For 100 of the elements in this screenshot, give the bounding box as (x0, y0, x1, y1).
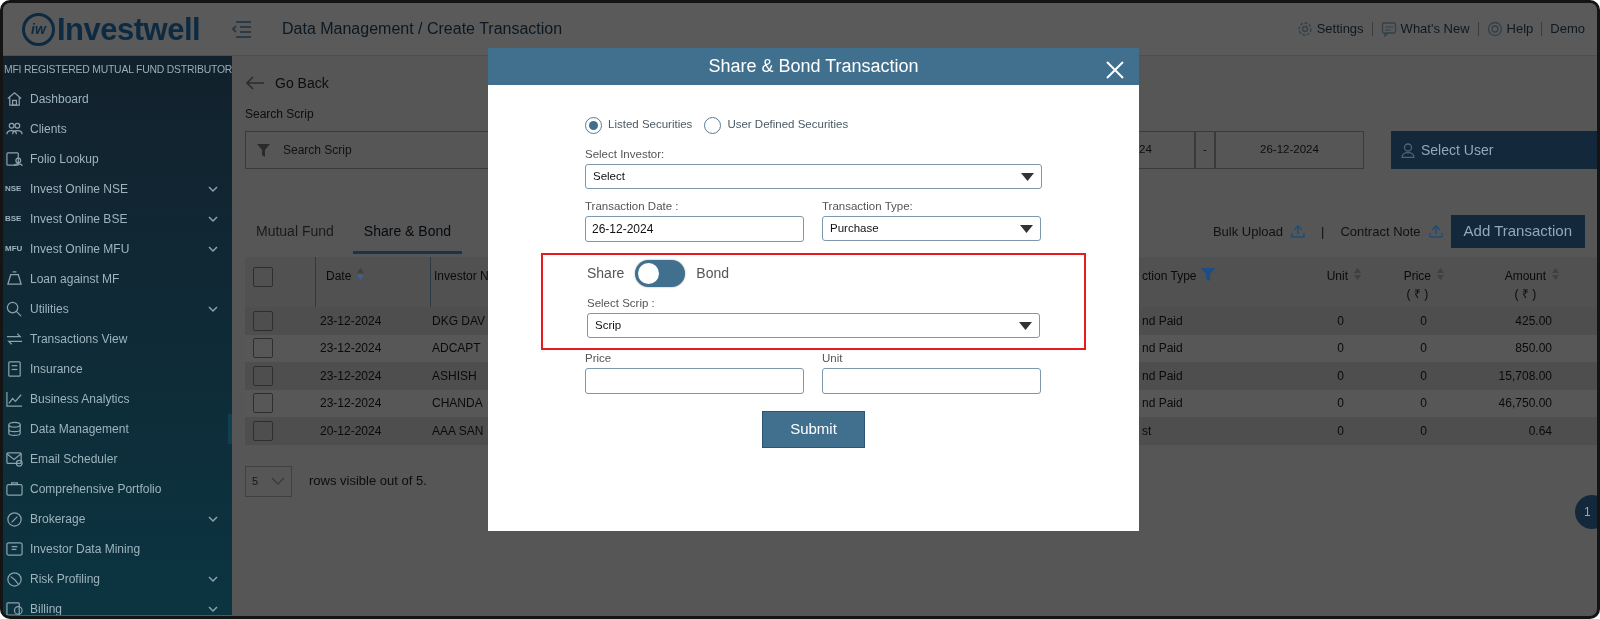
sidebar-item[interactable]: Dashboard (3, 84, 232, 114)
sidebar-label: Invest Online MFU (30, 241, 130, 258)
exchange-label: BSE (5, 213, 23, 225)
sidebar-label: Comprehensive Portfolio (30, 481, 162, 498)
sidebar-item[interactable]: Business Analytics (3, 384, 232, 414)
table-cell-text: 0 (1420, 340, 1427, 358)
sidebar-item[interactable]: Utilities (3, 294, 232, 324)
filter-icon (256, 142, 271, 158)
sidebar-item[interactable]: Data Management (3, 414, 232, 444)
sidebar-label: Business Analytics (30, 391, 130, 408)
settings-icon (1296, 21, 1313, 37)
table-cell-text: 23-12-2024 (320, 340, 382, 358)
sidebar-item[interactable]: NSE Invest Online NSE (3, 174, 232, 204)
field-label: Price (585, 351, 613, 366)
sidebar-item[interactable]: Risk Profiling (3, 564, 232, 594)
toggle-label: Share (587, 263, 625, 283)
sidebar-item[interactable]: Clients (3, 114, 232, 144)
field-label: Unit (822, 351, 844, 366)
caret-icon (1021, 172, 1034, 181)
sidebar-item[interactable]: Investor Data Mining (3, 534, 232, 564)
chevron-icon[interactable] (208, 245, 218, 253)
upload-icon (1291, 224, 1305, 239)
checkbox[interactable] (253, 338, 273, 359)
logo-text: Investwell (57, 13, 201, 45)
table-cell-text: AAA SAN (432, 422, 484, 440)
sidebar-item[interactable]: BSE Invest Online BSE (3, 204, 232, 234)
user-icon (1401, 142, 1415, 158)
chevron-icon[interactable] (208, 605, 218, 613)
radio-label: User Defined Securities (727, 117, 849, 133)
checkbox[interactable] (253, 267, 273, 287)
exchange-label: NSE (5, 183, 23, 195)
table-cell-text: st (1142, 422, 1152, 440)
add-transaction-button[interactable]: Add Transaction (1450, 215, 1585, 248)
bill-icon (5, 600, 24, 615)
sidebar-item[interactable]: Loan against MF (3, 264, 232, 294)
toggle-label: Bond (696, 263, 730, 283)
link-label: Help (1506, 20, 1534, 39)
sidebar-item[interactable]: MFU Invest Online MFU (3, 234, 232, 264)
user-select[interactable]: Select User (1391, 131, 1597, 169)
field-label: Select Investor: (585, 147, 666, 162)
bag-icon (5, 270, 24, 288)
chevron-icon[interactable] (208, 515, 218, 523)
table-cell-text: 0 (1337, 422, 1344, 440)
radio-option[interactable]: Listed Securities (585, 116, 693, 134)
checkbox[interactable] (253, 365, 273, 386)
sidebar-label: Clients (30, 121, 67, 138)
field-label: Select Scrip : (587, 296, 656, 311)
table-cell-text: 850.00 (1515, 340, 1552, 358)
chart-icon (5, 390, 24, 408)
unit-input[interactable] (822, 368, 1041, 394)
submit-button[interactable]: Submit (762, 411, 865, 448)
sidebar-label: Data Management (30, 421, 129, 438)
chevron-icon[interactable] (208, 215, 218, 223)
field-label: Transaction Type: (822, 199, 914, 214)
sidebar-label: Insurance (30, 361, 83, 378)
chevron-icon[interactable] (208, 305, 218, 313)
type-select[interactable]: Purchase (822, 216, 1041, 241)
link-label: What's New (1400, 20, 1470, 39)
menu-icon[interactable] (232, 20, 252, 38)
sidebar-label: Investor Data Mining (30, 541, 141, 558)
logo-mark: iw (22, 12, 55, 46)
chevron-icon[interactable] (208, 575, 218, 583)
toggle-switch[interactable] (635, 259, 686, 287)
table-cell-text: 0 (1337, 367, 1344, 385)
checkbox[interactable] (253, 393, 273, 414)
table-cell-text: nd Paid (1142, 312, 1183, 330)
table-cell-text: 23-12-2024 (320, 367, 382, 385)
chevron-icon[interactable] (208, 185, 218, 193)
percent-icon (5, 510, 24, 528)
table-cell-text: 46,750.00 (1498, 395, 1552, 413)
page-badge[interactable]: 1 (1575, 495, 1597, 529)
sort-icon[interactable] (356, 267, 366, 281)
table-cell-text: 0 (1337, 395, 1344, 413)
sidebar-item[interactable]: Billing (3, 594, 232, 615)
date-input[interactable]: 26-12-2024 (585, 216, 804, 242)
sidebar-label: Risk Profiling (30, 571, 101, 588)
checkbox[interactable] (253, 420, 273, 441)
radio-option[interactable]: User Defined Securities (704, 116, 849, 134)
table-cell-text: 15,708.00 (1498, 367, 1552, 385)
sidebar-item[interactable]: Insurance (3, 354, 232, 384)
folio-icon (5, 150, 24, 168)
scrip-select[interactable]: Scrip (587, 313, 1040, 338)
link-label: Settings (1316, 20, 1364, 39)
table-cell-text: ASHISH (432, 367, 477, 385)
sidebar-item[interactable]: Comprehensive Portfolio (3, 474, 232, 504)
price-input[interactable] (585, 368, 804, 394)
sidebar-item[interactable]: Brokerage (3, 504, 232, 534)
field-label: Transaction Date : (585, 199, 680, 214)
investor-select[interactable]: Select (585, 164, 1042, 189)
rows-info: rows visible out of 5. (309, 472, 427, 491)
table-cell-text: 0 (1420, 367, 1427, 385)
home-icon (5, 90, 24, 108)
table-cell-text: CHANDA (432, 395, 483, 413)
briefcase-icon (5, 480, 24, 498)
table-cell-text: ADCAPT (432, 340, 481, 358)
sidebar-item[interactable]: Transactions View (3, 324, 232, 354)
sidebar-item[interactable]: Folio Lookup (3, 144, 232, 174)
checkbox[interactable] (253, 310, 273, 331)
sidebar-item[interactable]: Email Scheduler (3, 444, 232, 474)
sidebar-label: Billing (30, 601, 62, 615)
